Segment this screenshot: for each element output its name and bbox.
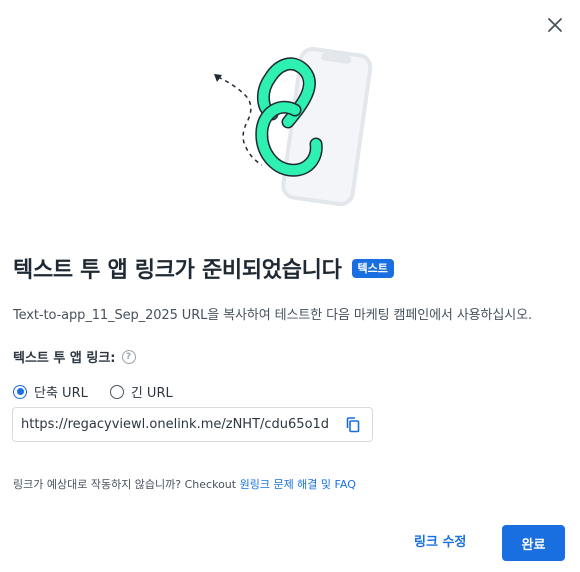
field-label-row: 텍스트 투 앱 링크: ? — [13, 347, 136, 366]
test-badge: 텍스트 — [351, 258, 394, 278]
title-row: 텍스트 투 앱 링크가 준비되었습니다 텍스트 — [13, 252, 394, 284]
edit-link-button[interactable]: 링크 수정 — [414, 531, 466, 550]
chain-link-phone-illustration — [214, 46, 373, 207]
radio-label-long-url: 긴 URL — [130, 386, 173, 401]
footer-text: 링크가 예상대로 작동하지 않습니까? Checkout — [13, 478, 240, 491]
copy-button[interactable] — [340, 412, 366, 438]
footer-note: 링크가 예상대로 작동하지 않습니까? Checkout 원링크 문제 해결 및… — [13, 476, 356, 492]
close-icon — [548, 18, 562, 32]
dialog-description: Text-to-app_11_Sep_2025 URL을 복사하여 테스트한 다… — [13, 308, 533, 323]
help-circle-icon[interactable]: ? — [121, 349, 136, 364]
copy-icon — [346, 416, 360, 432]
url-value[interactable]: https://regacyviewl.onelink.me/zNHT/cdu6… — [21, 417, 340, 432]
radio-short-url[interactable]: 단축 URL — [13, 382, 88, 401]
dialog-title: 텍스트 투 앱 링크가 준비되었습니다 — [13, 258, 342, 283]
link-ready-dialog: 텍스트 투 앱 링크가 준비되었습니다 텍스트 Text-to-app_11_S… — [0, 0, 580, 572]
done-button[interactable]: 완료 — [502, 525, 565, 561]
radio-button-checked[interactable] — [13, 384, 27, 399]
link-field-label: 텍스트 투 앱 링크: — [13, 351, 116, 366]
radio-label-short-url: 단축 URL — [34, 386, 88, 401]
close-button[interactable] — [544, 14, 566, 36]
troubleshooting-faq-link[interactable]: 원링크 문제 해결 및 FAQ — [240, 478, 356, 491]
url-field[interactable]: https://regacyviewl.onelink.me/zNHT/cdu6… — [12, 407, 373, 442]
url-type-radio-group: 단축 URL 긴 URL — [13, 382, 173, 401]
radio-button-unchecked[interactable] — [109, 384, 124, 399]
radio-long-url[interactable]: 긴 URL — [109, 382, 173, 401]
